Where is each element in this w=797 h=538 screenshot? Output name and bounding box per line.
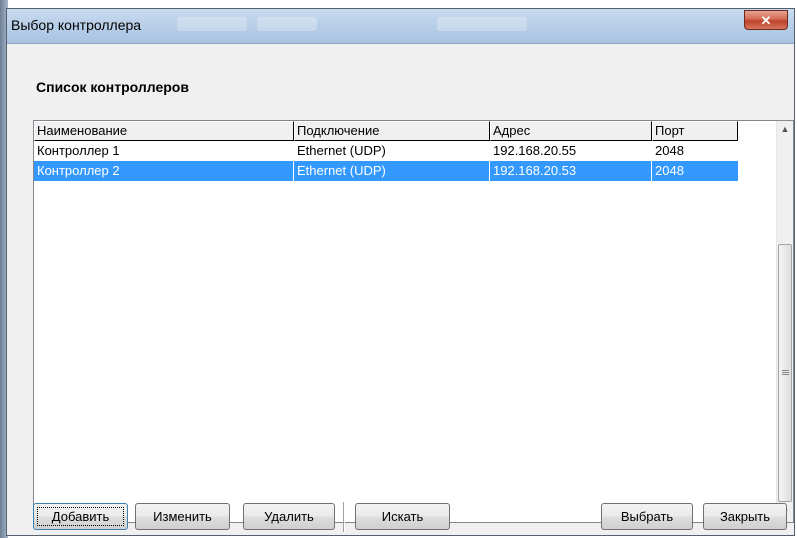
grip-icon — [782, 372, 789, 373]
dialog-window: Выбор контроллера ✕ Список контроллеров … — [6, 8, 795, 536]
title-bar-reflection — [437, 17, 527, 31]
cell-address: 192.168.20.53 — [490, 161, 652, 181]
delete-button-label: Удалить — [264, 509, 314, 524]
select-button-label: Выбрать — [620, 509, 674, 524]
grip-icon — [782, 370, 789, 371]
search-button-label: Искать — [381, 509, 424, 524]
focus-rectangle — [37, 507, 124, 526]
button-separator — [343, 502, 345, 532]
arrow-up-icon: ▲ — [780, 124, 790, 134]
edit-button[interactable]: Изменить — [135, 503, 230, 530]
column-header-name[interactable]: Наименование — [34, 121, 294, 141]
cell-name: Контроллер 1 — [37, 143, 120, 158]
title-bar-reflection — [257, 17, 317, 31]
window-title: Выбор контроллера — [11, 17, 142, 33]
title-bar-reflection — [177, 17, 247, 31]
add-button[interactable]: Добавить — [33, 503, 128, 530]
cell-port: 2048 — [655, 163, 684, 178]
close-button-label: Закрыть — [719, 509, 771, 524]
scrollbar-thumb[interactable] — [778, 244, 792, 502]
close-button[interactable]: Закрыть — [703, 503, 787, 530]
select-button[interactable]: Выбрать — [601, 503, 693, 530]
vertical-scrollbar[interactable]: ▲ ▼ — [776, 121, 793, 522]
dialog-content: Список контроллеров Наименование Подключ… — [16, 47, 794, 532]
cell-name: Контроллер 2 — [34, 161, 294, 181]
list-header: Наименование Подключение Адрес Порт — [34, 121, 738, 141]
column-header-connection[interactable]: Подключение — [294, 121, 490, 141]
table-row[interactable]: Контроллер 1 Ethernet (UDP) 192.168.20.5… — [34, 141, 738, 161]
close-window-button[interactable]: ✕ — [744, 10, 788, 30]
title-bar[interactable]: Выбор контроллера ✕ — [7, 9, 794, 44]
controllers-list[interactable]: Наименование Подключение Адрес Порт Конт… — [33, 120, 794, 523]
scroll-up-button[interactable]: ▲ — [777, 121, 793, 138]
search-button[interactable]: Искать — [355, 503, 450, 530]
column-header-port[interactable]: Порт — [652, 121, 738, 141]
edit-button-label: Изменить — [153, 509, 212, 524]
cell-address: 192.168.20.55 — [493, 143, 577, 158]
column-header-address[interactable]: Адрес — [490, 121, 652, 141]
cell-port: 2048 — [655, 143, 684, 158]
delete-button[interactable]: Удалить — [243, 503, 335, 530]
section-title: Список контроллеров — [36, 79, 189, 95]
cell-connection: Ethernet (UDP) — [294, 161, 490, 181]
table-row-selected[interactable]: Контроллер 2 Ethernet (UDP) 192.168.20.5… — [34, 161, 738, 181]
cell-connection: Ethernet (UDP) — [297, 143, 386, 158]
grip-icon — [782, 374, 789, 375]
close-icon: ✕ — [760, 13, 772, 28]
